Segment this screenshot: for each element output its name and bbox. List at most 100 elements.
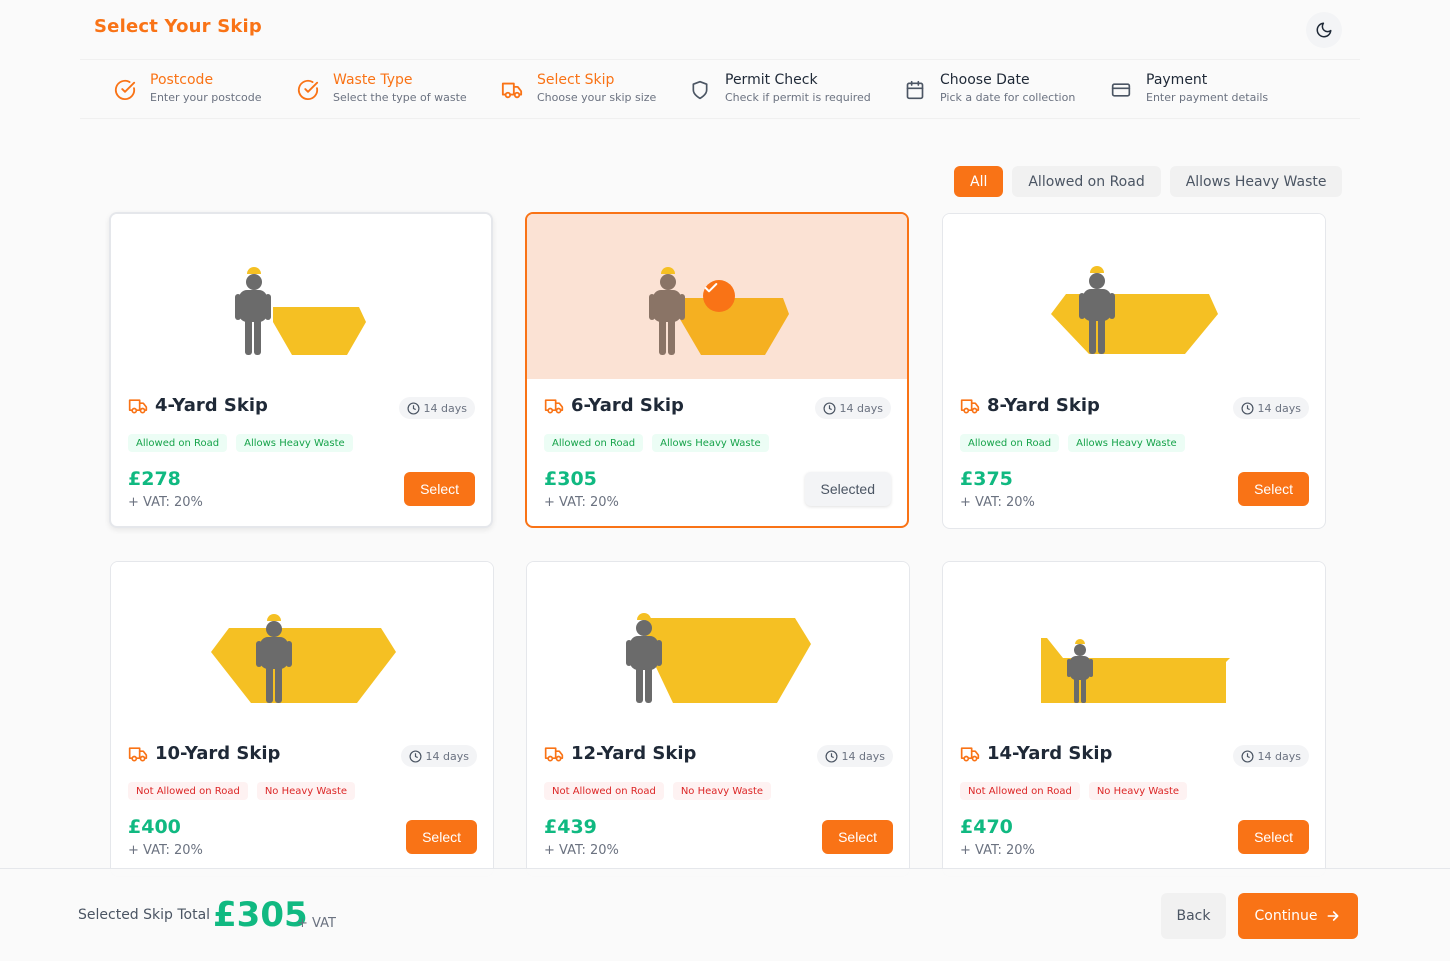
- skip-name: 6-Yard Skip: [571, 395, 684, 416]
- step-sub: Enter payment details: [1146, 91, 1269, 104]
- continue-button[interactable]: Continue: [1238, 893, 1358, 939]
- skip-image: [527, 214, 907, 379]
- skip-vat: + VAT: 20%: [960, 495, 1035, 510]
- skip-vat: + VAT: 20%: [128, 843, 203, 858]
- skip-price: £375: [960, 468, 1013, 490]
- skip-card-4-yard[interactable]: 4-Yard Skip 14 days Allowed on Road Allo…: [109, 212, 493, 528]
- step-sub: Choose your skip size: [537, 91, 657, 104]
- skip-name: 4-Yard Skip: [155, 395, 268, 416]
- tag-heavy: No Heavy Waste: [256, 782, 356, 800]
- select-button[interactable]: Select: [1238, 472, 1309, 506]
- back-button[interactable]: Back: [1161, 893, 1226, 939]
- clock-icon: [825, 749, 838, 763]
- tag-road: Not Allowed on Road: [960, 782, 1080, 800]
- step-permit-check[interactable]: Permit Check Check if permit is required: [689, 71, 871, 106]
- skip-image: [943, 214, 1325, 379]
- truck-icon: [960, 398, 980, 413]
- step-sub: Pick a date for collection: [940, 91, 1076, 104]
- skip-vat: + VAT: 20%: [128, 495, 203, 510]
- skip-card-6-yard[interactable]: 6-Yard Skip 14 days Allowed on Road Allo…: [525, 212, 909, 528]
- filter-all[interactable]: All: [954, 166, 1004, 197]
- tag-road: Not Allowed on Road: [544, 782, 664, 800]
- skip-card-8-yard[interactable]: 8-Yard Skip 14 days Allowed on Road Allo…: [942, 213, 1326, 529]
- tag-heavy: Allows Heavy Waste: [652, 434, 769, 452]
- tag-road: Allowed on Road: [128, 434, 228, 452]
- skip-price: £470: [960, 816, 1013, 838]
- step-sub: Enter your postcode: [150, 91, 262, 104]
- step-label: Choose Date: [940, 72, 1030, 88]
- page-title: Select Your Skip: [94, 16, 262, 37]
- truck-icon: [501, 82, 523, 99]
- step-label: Waste Type: [333, 72, 413, 88]
- hire-period-text: 14 days: [841, 749, 885, 763]
- skip-card-14-yard[interactable]: 14-Yard Skip 14 days Not Allowed on Road…: [942, 561, 1326, 877]
- calendar-icon: [906, 80, 924, 100]
- step-label: Permit Check: [725, 72, 818, 88]
- tag-heavy: No Heavy Waste: [1088, 782, 1188, 800]
- continue-label: Continue: [1254, 908, 1318, 924]
- selected-button[interactable]: Selected: [804, 472, 891, 506]
- hire-period-badge: 14 days: [1232, 397, 1309, 419]
- tag-road: Allowed on Road: [960, 434, 1060, 452]
- clock-icon: [409, 749, 422, 763]
- clock-icon: [823, 401, 836, 415]
- arrow-right-icon: [1328, 911, 1339, 921]
- hire-period-badge: 14 days: [398, 397, 475, 419]
- skip-image: [943, 562, 1325, 727]
- footer-bar: Selected Skip Total £305 + VAT Back Cont…: [0, 868, 1450, 961]
- clock-icon: [1241, 749, 1254, 763]
- step-label: Payment: [1146, 72, 1208, 88]
- step-payment[interactable]: Payment Enter payment details: [1110, 71, 1268, 106]
- step-choose-date[interactable]: Choose Date Pick a date for collection: [904, 71, 1075, 106]
- select-button[interactable]: Select: [822, 820, 893, 854]
- skip-card-12-yard[interactable]: 12-Yard Skip 14 days Not Allowed on Road…: [526, 561, 910, 877]
- credit-card-icon: [1111, 83, 1131, 97]
- truck-icon: [128, 746, 148, 761]
- skip-price: £400: [128, 816, 181, 838]
- tag-heavy: Allows Heavy Waste: [236, 434, 353, 452]
- skip-price: £305: [544, 468, 597, 490]
- skip-vat: + VAT: 20%: [544, 495, 619, 510]
- hire-period-badge: 14 days: [814, 397, 891, 419]
- skip-name: 8-Yard Skip: [987, 395, 1100, 416]
- total-vat: + VAT: [297, 916, 336, 931]
- hire-period-badge: 14 days: [816, 745, 893, 767]
- truck-icon: [960, 746, 980, 761]
- step-sub: Select the type of waste: [333, 91, 467, 104]
- skip-image: [111, 562, 493, 727]
- tag-road: Allowed on Road: [544, 434, 644, 452]
- check-circle-icon: [114, 79, 136, 100]
- hire-period-badge: 14 days: [1232, 745, 1309, 767]
- select-button[interactable]: Select: [1238, 820, 1309, 854]
- step-label: Postcode: [150, 72, 214, 88]
- total-label: Selected Skip Total: [78, 907, 211, 923]
- skip-name: 12-Yard Skip: [571, 743, 697, 764]
- clock-icon: [407, 401, 420, 415]
- truck-icon: [128, 398, 148, 413]
- step-select-skip[interactable]: Select Skip Choose your skip size: [501, 71, 656, 106]
- selected-check-icon: [703, 280, 735, 312]
- skip-image: [527, 562, 909, 727]
- hire-period-text: 14 days: [1257, 401, 1301, 415]
- skip-image: [111, 214, 491, 379]
- step-waste-type[interactable]: Waste Type Select the type of waste: [297, 71, 467, 106]
- filter-allowed-on-road[interactable]: Allowed on Road: [1012, 166, 1161, 197]
- worker-figure: [235, 267, 271, 355]
- filter-bar: All Allowed on Road Allows Heavy Waste: [954, 166, 1343, 197]
- clock-icon: [1241, 401, 1254, 415]
- step-label: Select Skip: [537, 72, 615, 88]
- skip-vat: + VAT: 20%: [960, 843, 1035, 858]
- skip-vat: + VAT: 20%: [544, 843, 619, 858]
- theme-toggle-button[interactable]: [1306, 12, 1342, 48]
- tag-heavy: No Heavy Waste: [672, 782, 772, 800]
- worker-figure: [649, 267, 685, 355]
- filter-allows-heavy-waste[interactable]: Allows Heavy Waste: [1169, 166, 1343, 197]
- select-button[interactable]: Select: [406, 820, 477, 854]
- skip-name: 14-Yard Skip: [987, 743, 1113, 764]
- step-postcode[interactable]: Postcode Enter your postcode: [114, 71, 262, 106]
- hire-period-text: 14 days: [423, 401, 467, 415]
- skip-card-10-yard[interactable]: 10-Yard Skip 14 days Not Allowed on Road…: [110, 561, 494, 877]
- select-button[interactable]: Select: [404, 472, 475, 506]
- skip-name: 10-Yard Skip: [155, 743, 281, 764]
- hire-period-text: 14 days: [839, 401, 883, 415]
